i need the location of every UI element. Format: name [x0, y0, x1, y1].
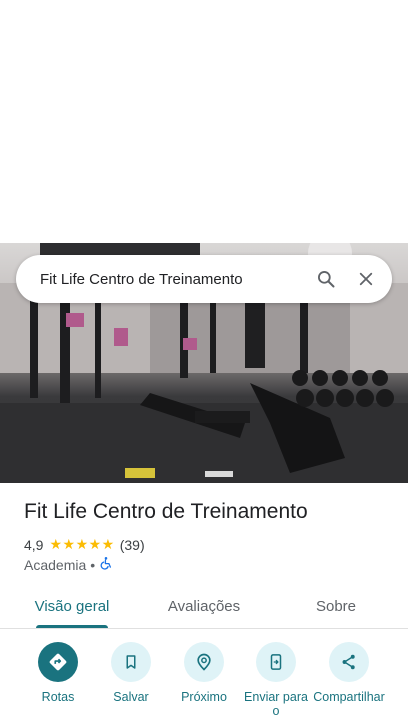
save-label: Salvar: [113, 690, 149, 704]
review-count: (39): [119, 536, 145, 553]
search-input[interactable]: Fit Life Centro de Treinamento: [40, 271, 306, 288]
share-button[interactable]: Compartilhar: [313, 642, 385, 704]
action-bar: Rotas Salvar Próximo Enviar para o Compa…: [0, 640, 408, 726]
map-area: [0, 0, 408, 243]
search-icon[interactable]: [306, 259, 346, 299]
tab-selected-indicator: [36, 625, 108, 628]
directions-button[interactable]: Rotas: [22, 642, 94, 704]
separator-dot: •: [90, 556, 96, 573]
nearby-icon: [184, 642, 224, 682]
place-title: Fit Life Centro de Treinamento: [24, 500, 308, 523]
category-label: Academia: [24, 556, 87, 573]
place-tabs: Visão geral Avaliações Sobre: [0, 584, 408, 629]
send-to-phone-label: Enviar para o: [244, 690, 308, 718]
directions-icon: [38, 642, 78, 682]
send-to-phone-button[interactable]: Enviar para o: [240, 642, 312, 718]
save-button[interactable]: Salvar: [95, 642, 167, 704]
directions-label: Rotas: [41, 690, 75, 704]
rating-value: 4,9: [24, 536, 44, 553]
share-icon: [329, 642, 369, 682]
share-label: Compartilhar: [313, 690, 385, 704]
tab-reviews[interactable]: Avaliações: [150, 584, 258, 628]
nearby-button[interactable]: Próximo: [168, 642, 240, 704]
bookmark-icon: [111, 642, 151, 682]
close-icon[interactable]: [346, 259, 386, 299]
tab-overview[interactable]: Visão geral: [24, 584, 120, 628]
tab-about[interactable]: Sobre: [300, 584, 372, 628]
rating-row[interactable]: 4,9 ★★★★★ (39): [24, 536, 145, 553]
send-to-phone-icon: [256, 642, 296, 682]
wheelchair-accessible-icon: [99, 556, 113, 573]
search-bar[interactable]: Fit Life Centro de Treinamento: [16, 255, 392, 303]
star-rating-icon: ★★★★★: [49, 536, 115, 552]
nearby-label: Próximo: [181, 690, 227, 704]
category-row: Academia •: [24, 556, 113, 573]
